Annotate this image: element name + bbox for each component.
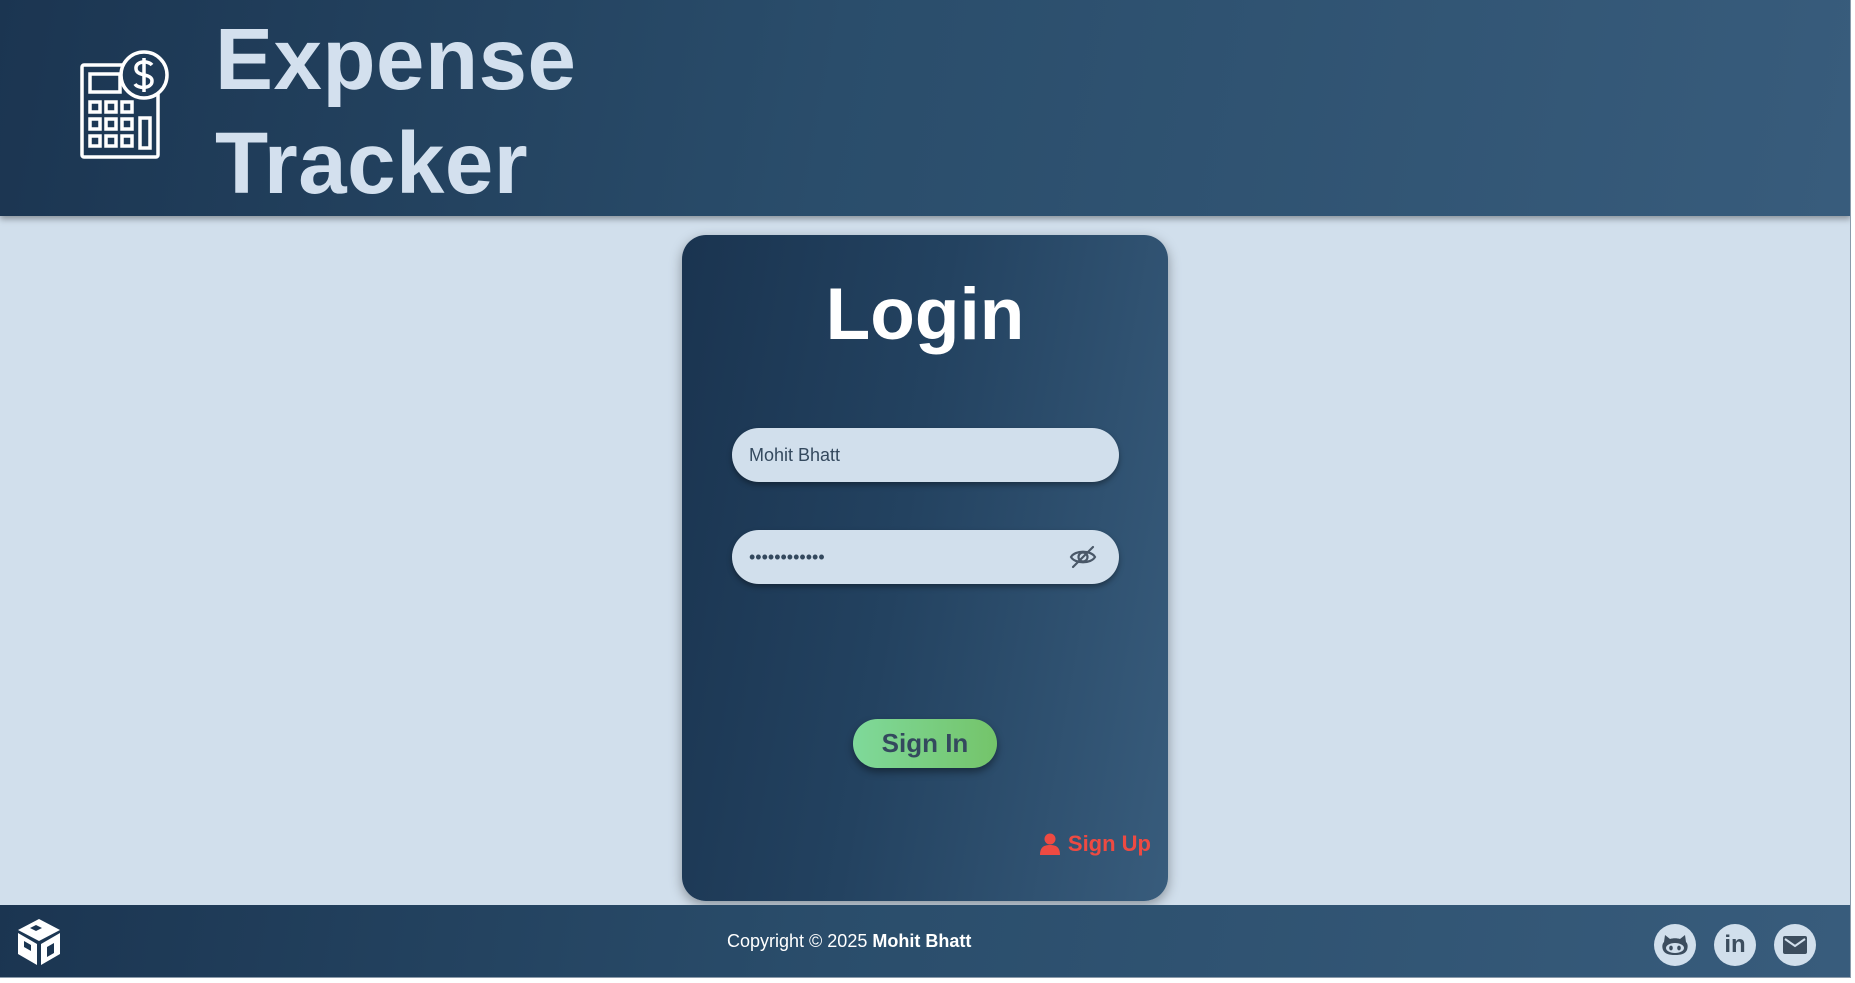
sign-in-button[interactable]: Sign In bbox=[853, 719, 997, 768]
copyright-text: Copyright © 2025 Mohit Bhatt bbox=[727, 905, 972, 977]
github-icon bbox=[1662, 935, 1688, 955]
cube-logo-icon[interactable] bbox=[16, 917, 62, 967]
copyright-name: Mohit Bhatt bbox=[872, 931, 972, 951]
linkedin-link[interactable]: in bbox=[1714, 924, 1756, 966]
login-title: Login bbox=[825, 274, 1025, 355]
password-input[interactable] bbox=[749, 530, 1069, 584]
eye-slash-icon[interactable] bbox=[1069, 544, 1097, 570]
page: Expense Tracker Login Sign In Sign Up bbox=[0, 0, 1851, 978]
app-header: Expense Tracker bbox=[0, 0, 1850, 216]
username-input[interactable] bbox=[749, 428, 1069, 482]
linkedin-icon: in bbox=[1724, 931, 1746, 958]
username-field-wrapper bbox=[732, 428, 1119, 482]
sign-up-label: Sign Up bbox=[1067, 831, 1151, 856]
app-title: Expense Tracker bbox=[215, 11, 577, 212]
mail-link[interactable] bbox=[1774, 924, 1816, 966]
login-card: Login Sign In Sign Up bbox=[682, 235, 1168, 901]
github-link[interactable] bbox=[1654, 924, 1696, 966]
calculator-dollar-icon bbox=[80, 50, 169, 159]
user-icon bbox=[1039, 833, 1060, 855]
copyright-prefix: Copyright © 2025 bbox=[727, 931, 868, 951]
mail-icon bbox=[1783, 936, 1807, 954]
password-field-wrapper bbox=[732, 530, 1119, 584]
sign-up-link[interactable]: Sign Up bbox=[1039, 831, 1151, 857]
app-footer: Copyright © 2025 Mohit Bhatt in bbox=[0, 905, 1850, 977]
